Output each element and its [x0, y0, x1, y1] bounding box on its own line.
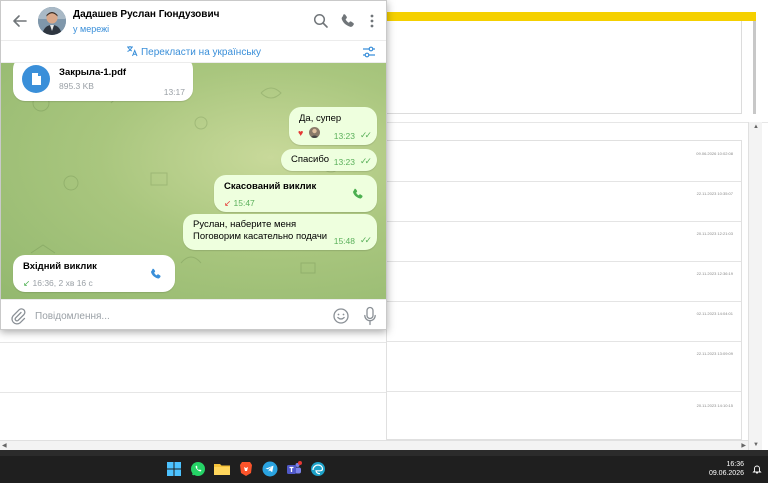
- message-text: Да, супер: [299, 113, 342, 124]
- list-row-date: 20.11.2023 12:21:03: [696, 231, 733, 236]
- call-back-phone-icon[interactable]: [351, 187, 365, 201]
- emoji-icon[interactable]: [332, 307, 350, 325]
- telegram-chat-window: Дадашев Руслан Гюндузович у мережі Перек…: [0, 0, 387, 330]
- chat-header: Дадашев Руслан Гюндузович у мережі: [1, 1, 386, 41]
- call-back-phone-icon[interactable]: [149, 267, 163, 281]
- outgoing-message-bubble[interactable]: Руслан, наберите меня Поговорим касатель…: [183, 214, 377, 250]
- scroll-right-icon[interactable]: ▶: [741, 442, 746, 449]
- background-panel-scrollbar[interactable]: [753, 21, 756, 114]
- whatsapp-icon[interactable]: [189, 460, 207, 478]
- background-list: 09.06.2026 10:02:08 22.11.2023 10:35:07 …: [386, 140, 742, 440]
- incoming-call-arrow-icon: ↙: [23, 278, 31, 288]
- list-row-divider: [387, 181, 741, 182]
- reaction-avatar: [309, 127, 320, 138]
- scroll-up-icon[interactable]: ▲: [753, 124, 759, 130]
- teams-icon[interactable]: [285, 460, 303, 478]
- list-row-date: 02.11.2023 14:04:01: [696, 311, 733, 316]
- reaction-avatar-icon: [310, 128, 319, 138]
- brave-lion-icon: [240, 462, 252, 476]
- list-row-divider: [387, 221, 741, 222]
- background-top-panel: [386, 21, 742, 114]
- edge-logo-icon: [311, 462, 325, 476]
- call-time: 15:47: [233, 198, 255, 208]
- background-separator: [386, 122, 768, 123]
- list-row-divider: [387, 341, 741, 342]
- file-download-button[interactable]: [22, 65, 50, 93]
- telegram-icon[interactable]: [261, 460, 279, 478]
- document-icon: [32, 73, 41, 85]
- missed-call-arrow-icon: ↙: [224, 198, 232, 208]
- horizontal-scrollbar[interactable]: ◀ ▶: [0, 440, 748, 450]
- vertical-scrollbar[interactable]: ▲ ▼: [748, 122, 762, 450]
- message-input[interactable]: [35, 307, 315, 325]
- teams-logo-icon: [287, 461, 302, 474]
- message-time: 13:23: [333, 131, 355, 141]
- chat-messages-area[interactable]: Закрыла-1.pdf 895.3 KB 13:17 Да, супер ♥…: [1, 63, 386, 299]
- background-yellow-bar: [386, 12, 756, 21]
- call-detail: 16:36, 2 хв 16 с: [32, 278, 93, 288]
- read-ticks-icon: ✓✓: [359, 156, 372, 166]
- list-row-date: 22.11.2023 12:36:19: [696, 271, 733, 276]
- brave-browser-icon[interactable]: [237, 460, 255, 478]
- back-arrow-icon[interactable]: [11, 12, 29, 30]
- list-row-date: 22.11.2023 10:35:07: [696, 191, 733, 196]
- message-composer: [1, 299, 386, 329]
- message-text-line-1: Руслан, наберите меня: [193, 219, 297, 230]
- translate-settings-icon[interactable]: [362, 45, 376, 59]
- translate-icon: [126, 46, 138, 57]
- windows-start-icon[interactable]: [165, 460, 183, 478]
- whatsapp-logo-icon: [191, 462, 205, 476]
- person-photo-icon: [38, 7, 66, 35]
- avatar[interactable]: [38, 7, 66, 35]
- file-message-bubble[interactable]: Закрыла-1.pdf 895.3 KB 13:17: [13, 63, 193, 101]
- system-clock[interactable]: 16:36 09.06.2026: [709, 460, 744, 478]
- clock-time: 16:36: [726, 461, 744, 468]
- list-row-date: 20.11.2023 14:10:15: [696, 403, 733, 408]
- list-row-divider: [387, 391, 741, 392]
- windows-taskbar: 16:36 09.06.2026: [0, 456, 768, 483]
- windows-logo-icon: [167, 462, 181, 476]
- message-text: Спасибо: [291, 154, 330, 165]
- list-row-date: 09.06.2026 10:02:08: [696, 151, 733, 156]
- read-ticks-icon: ✓✓: [359, 235, 372, 245]
- call-title: Вхідний виклик: [23, 261, 97, 272]
- call-title: Скасований виклик: [224, 181, 317, 192]
- translate-label: Перекласти на українську: [140, 47, 262, 58]
- more-options-icon[interactable]: [363, 12, 381, 30]
- background-separator: [0, 392, 386, 393]
- contact-status: у мережі: [73, 24, 110, 34]
- file-explorer-icon[interactable]: [213, 460, 231, 478]
- file-size: 895.3 KB: [59, 81, 94, 91]
- list-row-divider: [387, 261, 741, 262]
- contact-name[interactable]: Дадашев Руслан Гюндузович: [73, 9, 219, 20]
- translate-bar: Перекласти на українську: [1, 41, 386, 63]
- translate-button[interactable]: Перекласти на українську: [1, 45, 386, 58]
- scroll-left-icon[interactable]: ◀: [2, 442, 7, 449]
- outgoing-message-bubble[interactable]: Да, супер ♥ 13:23 ✓✓: [289, 107, 377, 145]
- heart-reaction-icon[interactable]: ♥: [298, 128, 303, 138]
- file-name[interactable]: Закрыла-1.pdf: [59, 67, 126, 78]
- background-separator: [0, 342, 386, 343]
- list-row-date: 22.11.2023 13:09:09: [696, 351, 733, 356]
- notification-bell-icon[interactable]: [752, 464, 762, 474]
- microphone-icon[interactable]: [363, 306, 377, 326]
- scroll-down-icon[interactable]: ▼: [753, 442, 759, 448]
- cancelled-call-bubble[interactable]: Скасований виклик ↙ 15:47: [214, 175, 377, 212]
- edge-icon[interactable]: [309, 460, 327, 478]
- list-row-divider: [387, 301, 741, 302]
- folder-icon: [214, 464, 230, 475]
- paperclip-icon[interactable]: [10, 307, 26, 325]
- message-time: 13:23: [333, 157, 355, 167]
- incoming-call-bubble[interactable]: Вхідний виклик ↙ 16:36, 2 хв 16 с: [13, 255, 175, 292]
- message-time: 13:17: [163, 87, 185, 97]
- clock-date: 09.06.2026: [708, 470, 744, 477]
- phone-icon[interactable]: [339, 12, 357, 30]
- message-time: 15:48: [333, 236, 355, 246]
- outgoing-message-bubble[interactable]: Спасибо 13:23 ✓✓: [281, 149, 377, 171]
- search-icon[interactable]: [312, 12, 330, 30]
- telegram-logo-icon: [262, 461, 278, 477]
- read-ticks-icon: ✓✓: [359, 130, 372, 140]
